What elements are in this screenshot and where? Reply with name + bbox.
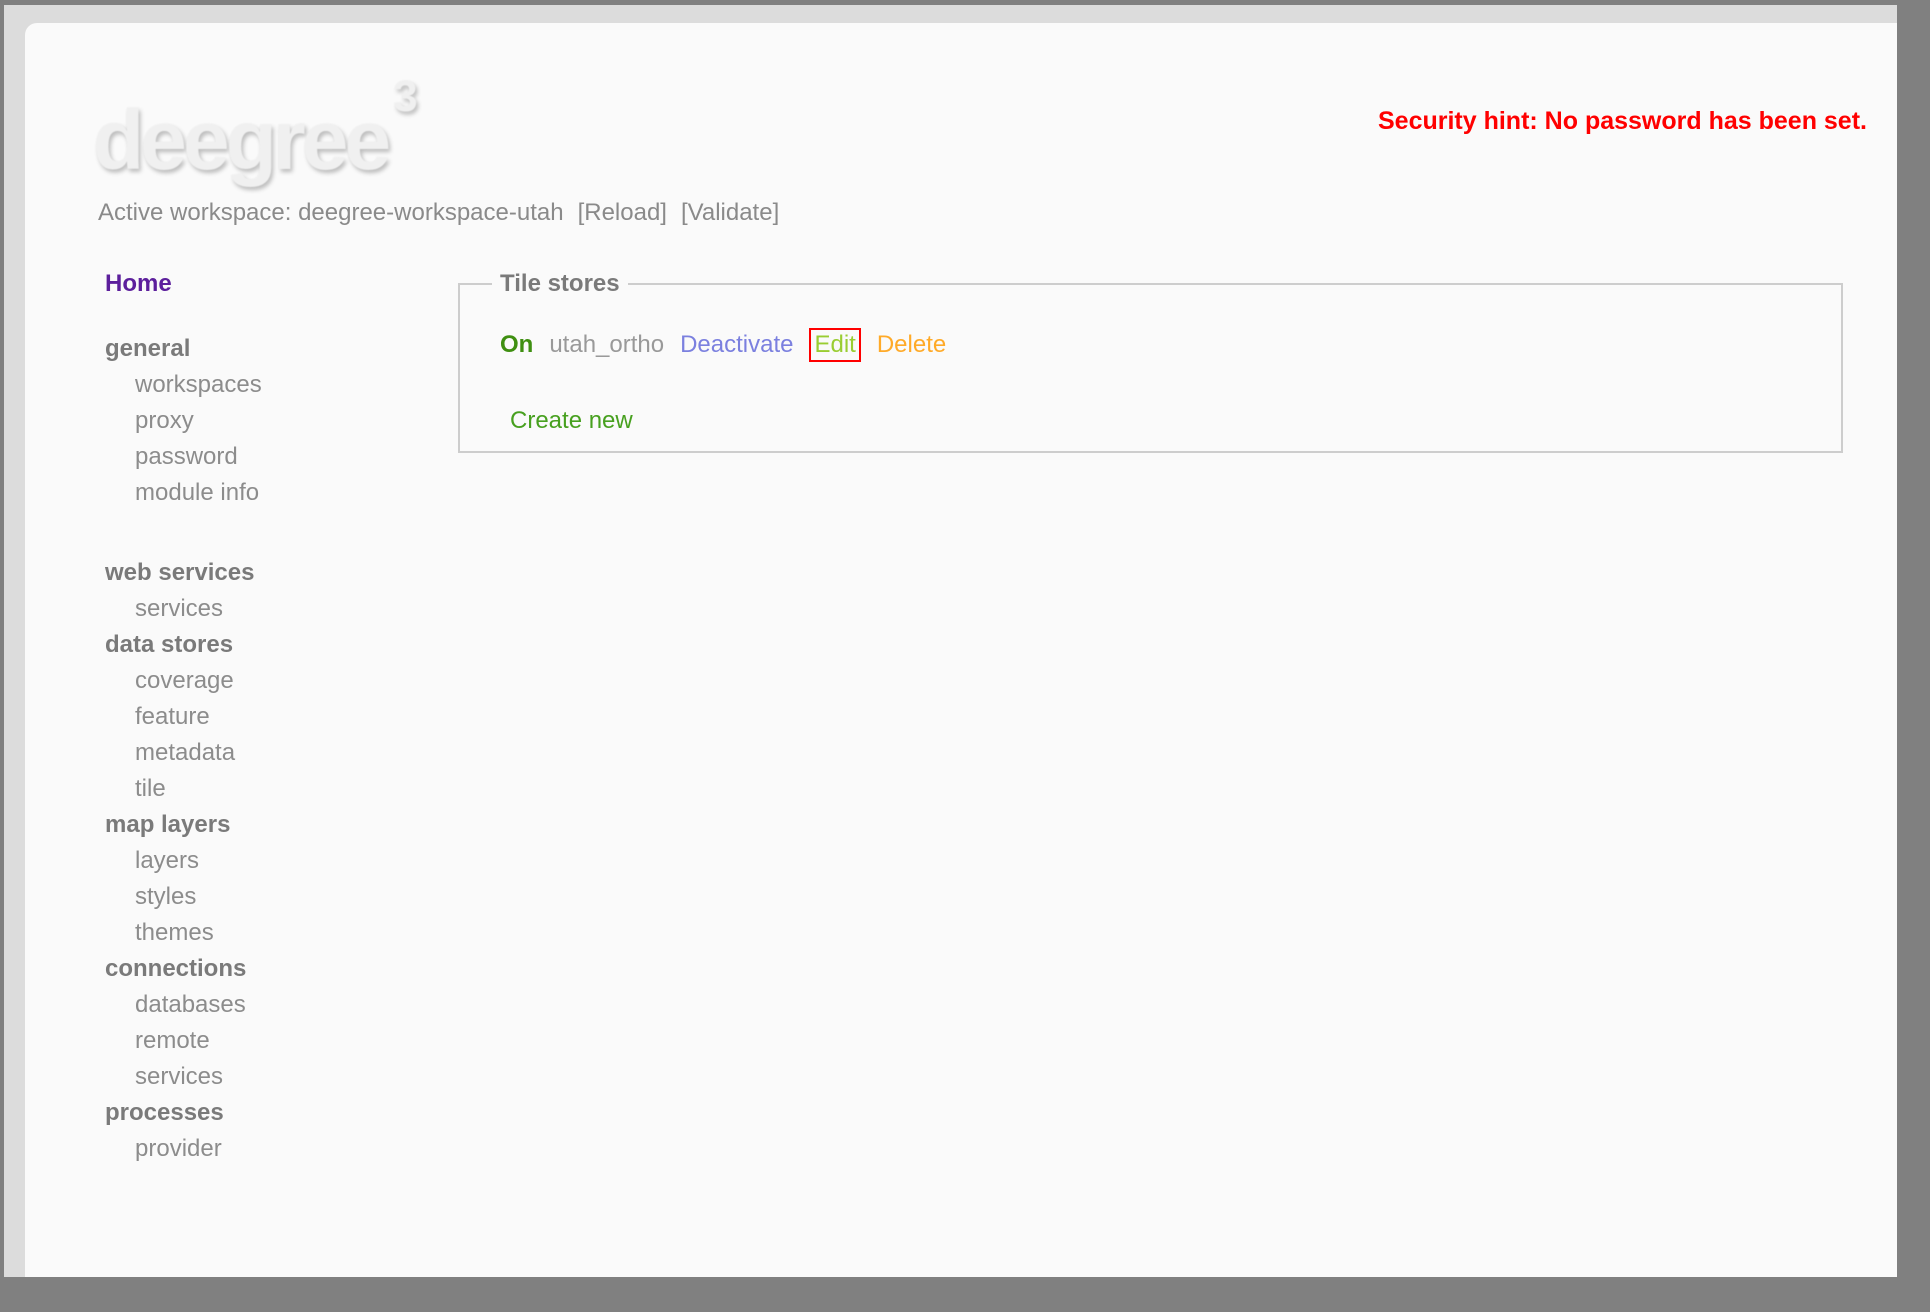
sidebar-item-styles[interactable]: styles [105, 879, 435, 915]
edit-link[interactable]: Edit [809, 328, 861, 362]
tile-stores-legend: Tile stores [492, 270, 628, 298]
page-background: deegree 3 Security hint: No password has … [4, 5, 1897, 1277]
sidebar-item-layers[interactable]: layers [105, 843, 435, 879]
sidebar-item-themes[interactable]: themes [105, 915, 435, 951]
store-name: utah_ortho [549, 331, 665, 358]
sidebar-item-provider[interactable]: provider [105, 1131, 435, 1167]
sidebar-item-feature[interactable]: feature [105, 699, 435, 735]
sidebar-item-proxy[interactable]: proxy [105, 403, 435, 439]
reload-link[interactable]: [Reload] [578, 199, 667, 226]
sidebar-item-services[interactable]: services [105, 591, 435, 627]
sidebar-header-web-services: web services [105, 559, 255, 586]
sidebar-item-remote[interactable]: remote [105, 1023, 435, 1059]
sidebar-header-data-stores: data stores [105, 631, 234, 658]
sidebar-header-map-layers: map layers [105, 811, 231, 838]
console-panel: deegree 3 Security hint: No password has … [25, 23, 1897, 1277]
sidebar-item-password[interactable]: password [105, 439, 435, 475]
logo-text: deegree [93, 93, 391, 187]
deegree-logo: deegree 3 [93, 72, 418, 183]
validate-link[interactable]: [Validate] [681, 199, 779, 226]
sidebar-item-module-info[interactable]: module info [105, 475, 435, 511]
sidebar-item-workspaces[interactable]: workspaces [105, 367, 435, 403]
sidebar-groups-services: web services services data stores covera… [105, 555, 435, 1167]
sidebar-group-general: general workspaces proxy password module… [105, 331, 435, 511]
sidebar-item-tile[interactable]: tile [105, 771, 435, 807]
deactivate-link[interactable]: Deactivate [680, 330, 793, 360]
sidebar-item-home[interactable]: Home [105, 266, 435, 302]
tile-stores-panel: Tile stores On utah_ortho Deactivate Edi… [458, 270, 1843, 453]
sidebar-item-connection-services[interactable]: services [105, 1059, 435, 1095]
security-hint-text: Security hint: No password has been set. [1377, 107, 1867, 135]
create-new-link[interactable]: Create new [510, 407, 633, 435]
logo-version-sup: 3 [393, 72, 418, 121]
sidebar-header-processes: processes [105, 1099, 224, 1126]
sidebar-item-databases[interactable]: databases [105, 987, 435, 1023]
store-status-on: On [500, 331, 534, 358]
sidebar-menu: Home general workspaces proxy password m… [105, 266, 435, 1167]
sidebar-item-metadata[interactable]: metadata [105, 735, 435, 771]
tile-store-row: On utah_ortho Deactivate Edit Delete [500, 328, 946, 362]
delete-link[interactable]: Delete [877, 330, 946, 360]
sidebar-header-general: general [105, 335, 191, 362]
active-workspace-line: Active workspace: deegree-workspace-utah… [98, 199, 779, 227]
active-workspace-label: Active workspace: deegree-workspace-utah [98, 199, 564, 226]
sidebar-header-connections: connections [105, 955, 247, 982]
sidebar-item-coverage[interactable]: coverage [105, 663, 435, 699]
